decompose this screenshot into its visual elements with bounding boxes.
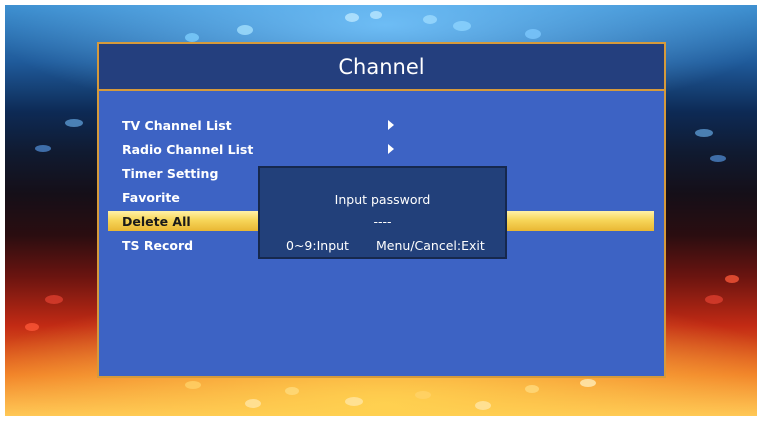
bokeh-decoration [525, 29, 541, 39]
exit-hint: Menu/Cancel:Exit [376, 238, 485, 253]
bokeh-decoration [45, 295, 63, 304]
menu-item-label: Favorite [122, 189, 180, 205]
menu-item-radio-channel-list[interactable]: Radio Channel List [108, 139, 654, 159]
bokeh-decoration [415, 391, 431, 399]
bokeh-decoration [580, 379, 596, 387]
bokeh-decoration [35, 145, 51, 152]
bokeh-decoration [423, 15, 437, 24]
bokeh-decoration [695, 129, 713, 137]
menu-item-tv-channel-list[interactable]: TV Channel List [108, 115, 654, 135]
bokeh-decoration [65, 119, 83, 127]
bokeh-decoration [370, 11, 382, 19]
menu-item-label: TS Record [122, 237, 194, 253]
triangle-right-icon [388, 120, 394, 130]
menu-item-label: Timer Setting [122, 165, 219, 181]
bokeh-decoration [245, 399, 261, 408]
menu-item-label: TV Channel List [122, 117, 232, 133]
bokeh-decoration [725, 275, 739, 283]
menu-title: Channel [338, 54, 425, 79]
bokeh-decoration [475, 401, 491, 410]
menu-title-bar: Channel [99, 44, 664, 91]
triangle-right-icon [388, 144, 394, 154]
menu-item-label: Delete All [122, 213, 191, 229]
bokeh-decoration [453, 21, 471, 31]
bokeh-decoration [345, 397, 363, 406]
menu-item-label: Radio Channel List [122, 141, 254, 157]
bokeh-decoration [185, 381, 201, 389]
input-hint: 0~9:Input [286, 238, 349, 253]
bokeh-decoration [285, 387, 299, 395]
bokeh-decoration [345, 13, 359, 22]
bokeh-decoration [705, 295, 723, 304]
bokeh-decoration [525, 385, 539, 393]
bokeh-decoration [25, 323, 39, 331]
bokeh-decoration [237, 25, 253, 35]
bokeh-decoration [185, 33, 199, 42]
password-input[interactable]: ---- [260, 214, 505, 229]
bokeh-decoration [710, 155, 726, 162]
password-dialog: Input password ---- 0~9:Input Menu/Cance… [258, 166, 507, 259]
password-prompt: Input password [334, 192, 431, 207]
